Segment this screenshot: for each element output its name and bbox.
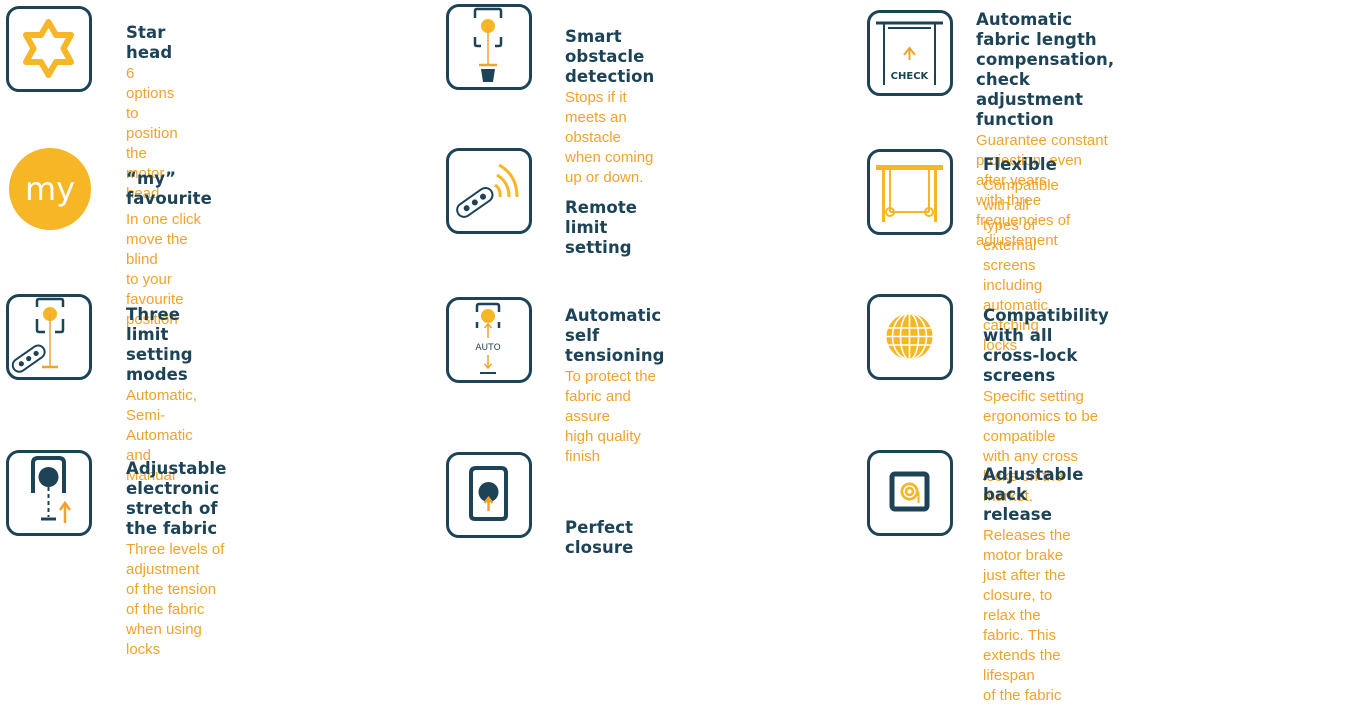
limit-modes-icon (6, 294, 92, 380)
feature-title: “my” favourite (126, 169, 212, 208)
remote-icon (446, 148, 532, 234)
feature-title: Smart obstacle detection (565, 27, 655, 86)
feature-desc: Three levels of adjustment of the tension… (126, 541, 225, 658)
frame-icon (867, 149, 953, 235)
closure-icon (446, 452, 532, 538)
stretch-icon (6, 450, 92, 536)
feature-title: Automatic fabric length compensation, che… (976, 10, 1115, 129)
feature-title: Star head (126, 23, 173, 62)
feature-title: Adjustable back release (983, 465, 1084, 524)
auto-tension-icon: AUTO (446, 297, 532, 383)
back-release-icon (867, 450, 953, 536)
feature-title: Perfect closure (565, 518, 634, 557)
feature-title: Automatic self tensioning (565, 306, 665, 365)
feature-desc: Stops if it meets an obstacle when coming… (565, 89, 654, 186)
star-icon (6, 6, 92, 92)
check-label: CHECK (891, 71, 930, 82)
svg-text:my: my (25, 170, 75, 208)
feature-title: Compatibility with all cross-lock screen… (983, 306, 1109, 385)
svg-text:AUTO: AUTO (475, 343, 500, 353)
obstacle-icon (446, 4, 532, 90)
check-icon: CHECK (867, 10, 953, 96)
feature-title: Adjustable electronic stretch of the fabr… (126, 459, 227, 538)
feature-desc: Releases the motor brake just after the … (983, 527, 1071, 704)
feature-title: Flexible (983, 155, 1057, 174)
my-icon: my (9, 148, 91, 230)
feature-desc: To protect the fabric and assure high qua… (565, 368, 656, 465)
feature-title: Three limit setting modes (126, 305, 193, 384)
feature-title: Remote limit setting (565, 198, 638, 257)
globe-icon (867, 294, 953, 380)
